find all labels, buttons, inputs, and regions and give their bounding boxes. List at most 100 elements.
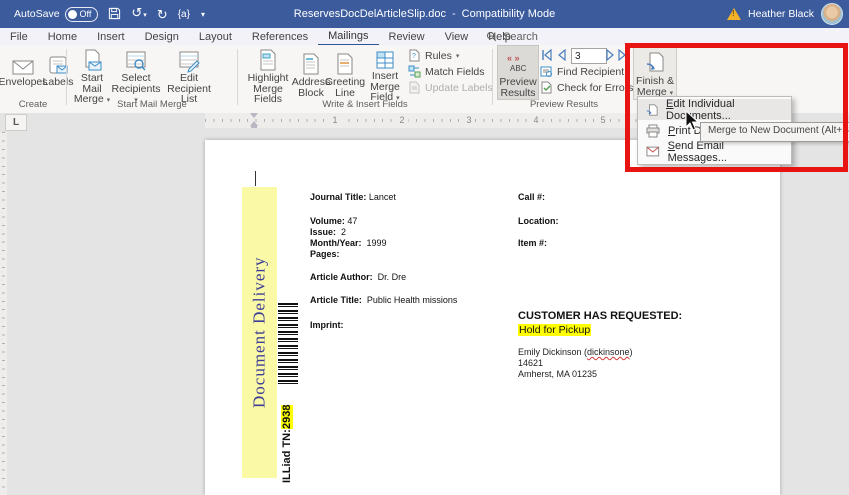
field-month-year: Month/Year: 1999 <box>310 238 387 248</box>
preview-results-button[interactable]: « »ABC Preview Results <box>497 45 539 100</box>
left-indent-marker[interactable] <box>251 126 257 128</box>
greeting-line-icon <box>335 46 355 77</box>
tab-home[interactable]: Home <box>38 28 87 45</box>
search-label: Search <box>503 31 538 43</box>
printer-icon <box>646 124 660 138</box>
tab-layout[interactable]: Layout <box>189 28 242 45</box>
tab-mailings[interactable]: Mailings <box>318 27 378 46</box>
rules-icon: ? <box>408 49 421 62</box>
request-highlight: Hold for Pickup <box>518 324 591 336</box>
group-label-start-mail-merge: Start Mail Merge <box>72 99 232 111</box>
rules-button[interactable]: ? Rules ▾ <box>408 48 459 63</box>
recipient-username: dickinsone <box>587 347 630 357</box>
recipient-line: Emily Dickinson (dickinsone) <box>518 347 633 357</box>
tab-insert[interactable]: Insert <box>87 28 135 45</box>
edit-individual-documents-icon <box>646 103 658 117</box>
ruler-number: 3 <box>463 115 475 125</box>
autosave-toggle[interactable]: AutoSave Off <box>14 7 98 22</box>
warning-icon[interactable] <box>727 8 741 20</box>
update-labels-button[interactable]: Update Labels <box>408 80 493 95</box>
check-for-errors-icon <box>540 81 553 94</box>
compatibility-mode-label: Compatibility Mode <box>462 8 556 20</box>
next-record-button[interactable] <box>603 48 616 62</box>
field-article-author: Article Author: Dr. Dre <box>310 272 406 282</box>
document-page[interactable]: Document Delivery ILLiad TN: 2938 Journa… <box>205 140 780 495</box>
envelopes-button[interactable]: Envelopes <box>4 46 42 99</box>
tab-design[interactable]: Design <box>135 28 189 45</box>
last-record-button[interactable] <box>616 48 629 62</box>
address-line-2: 14621 <box>518 358 543 368</box>
title-bar: AutoSave Off ↺▾ ↻ {a} ▾ ReservesDocDelAr… <box>0 0 849 28</box>
style-set-button[interactable]: {a} <box>178 8 190 21</box>
greeting-line-button[interactable]: Greeting Line <box>328 46 362 99</box>
insert-merge-field-button[interactable]: Insert Merge Field ▾ <box>362 46 408 99</box>
barcode <box>278 303 298 386</box>
tab-references[interactable]: References <box>242 28 318 45</box>
ruler-number: 5 <box>597 115 609 125</box>
field-article-title: Article Title: Public Health missions <box>310 295 457 305</box>
record-number-input[interactable] <box>571 48 607 64</box>
email-icon <box>646 146 660 158</box>
find-recipient-button[interactable]: Find Recipient <box>540 64 624 79</box>
edit-recipient-list-button[interactable]: Edit Recipient List <box>160 46 218 99</box>
menu-item-send-email-messages[interactable]: Send Email Messages... <box>638 141 791 162</box>
illiad-tn-label: ILLiad TN: 2938 <box>276 390 298 483</box>
document-delivery-banner: Document Delivery <box>242 187 277 478</box>
svg-text:ABC: ABC <box>510 64 527 73</box>
field-call-number: Call #: <box>518 192 545 202</box>
customer-heading: CUSTOMER HAS REQUESTED: <box>518 310 682 322</box>
group-separator <box>66 49 67 105</box>
vertical-ruler[interactable] <box>0 132 7 495</box>
check-for-errors-button[interactable]: Check for Errors <box>540 80 633 95</box>
autosave-state: Off <box>80 9 92 19</box>
merge-tooltip: Merge to New Document (Alt+Shift+N) <box>700 122 849 142</box>
tn-value-highlight: 2938 <box>281 405 293 429</box>
match-fields-button[interactable]: Match Fields <box>408 64 485 79</box>
search-box[interactable]: Search <box>486 28 538 45</box>
envelope-icon <box>11 46 35 77</box>
group-label-preview-results: Preview Results <box>500 99 628 111</box>
redo-button[interactable]: ↻ <box>157 8 168 21</box>
highlight-merge-fields-icon <box>258 46 278 73</box>
undo-button[interactable]: ↺▾ <box>131 6 146 22</box>
first-record-button[interactable] <box>540 48 553 62</box>
highlight-merge-fields-button[interactable]: Highlight Merge Fields <box>242 46 294 99</box>
group-separator <box>492 49 493 105</box>
tab-review[interactable]: Review <box>379 28 435 45</box>
avatar[interactable] <box>821 3 843 25</box>
address-block-icon <box>301 46 321 77</box>
address-line-3: Amherst, MA 01235 <box>518 369 597 379</box>
edit-recipient-list-icon <box>177 46 201 73</box>
group-label-write-insert-fields: Write & Insert Fields <box>242 99 488 111</box>
menu-item-edit-individual-documents[interactable]: Edit Individual Documents... <box>638 99 791 120</box>
select-recipients-button[interactable]: Select Recipients ▾ <box>112 46 160 99</box>
preview-results-icon: « »ABC <box>505 46 531 77</box>
ruler-number: 4 <box>530 115 542 125</box>
labels-button[interactable]: Labels <box>42 46 74 99</box>
insert-merge-field-icon <box>374 46 396 71</box>
finish-and-merge-button[interactable]: Finish & Merge ▾ <box>633 45 677 100</box>
field-imprint: Imprint: <box>310 320 344 330</box>
tab-file[interactable]: File <box>0 28 38 45</box>
search-icon <box>486 31 497 42</box>
undo-dropdown-icon[interactable]: ▾ <box>143 12 147 19</box>
field-journal-title: Journal Title: Lancet <box>310 192 396 202</box>
field-pages: Pages: <box>310 249 340 259</box>
group-separator <box>237 49 238 105</box>
address-block-button[interactable]: Address Block <box>294 46 328 99</box>
quick-access-toolbar: AutoSave Off ↺▾ ↻ {a} ▾ <box>0 6 205 22</box>
save-icon[interactable] <box>108 7 121 22</box>
autosave-switch[interactable]: Off <box>65 7 99 22</box>
tab-stop-selector[interactable]: L <box>5 114 27 131</box>
tab-view[interactable]: View <box>435 28 479 45</box>
title-separator: - <box>452 8 456 20</box>
svg-text:« »: « » <box>507 53 520 63</box>
dropdown-arrow-icon: ▾ <box>456 52 460 60</box>
field-location: Location: <box>518 216 559 226</box>
customize-qat-icon[interactable]: ▾ <box>201 8 205 21</box>
first-line-indent-marker[interactable] <box>250 113 258 118</box>
ruler-number: 2 <box>396 115 408 125</box>
previous-record-button[interactable] <box>555 48 568 62</box>
document-title: ReservesDocDelArticleSlip.doc <box>294 8 446 20</box>
start-mail-merge-button[interactable]: Start Mail Merge ▾ <box>72 46 112 99</box>
